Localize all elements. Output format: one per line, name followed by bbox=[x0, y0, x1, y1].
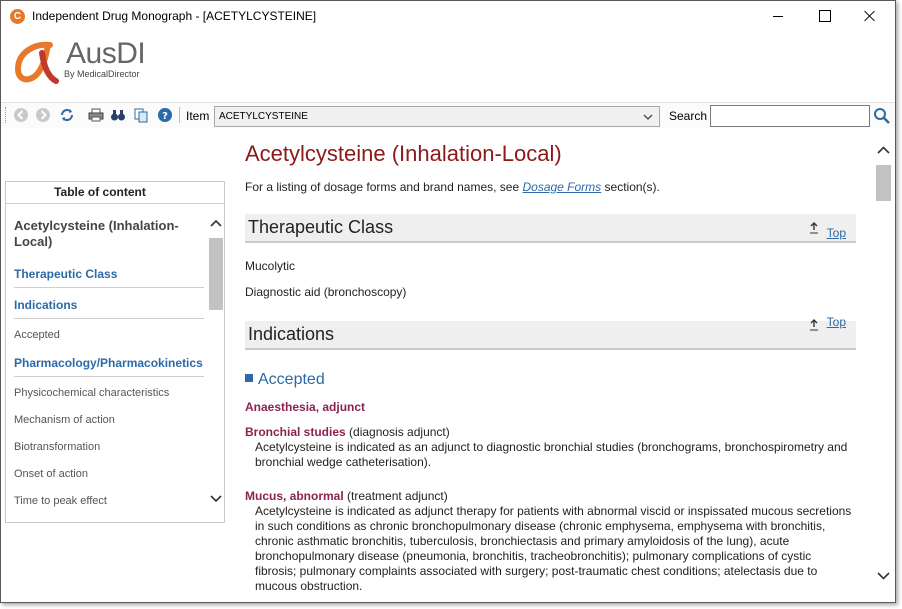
indication-term-qualifier: (diagnosis adjunct) bbox=[345, 425, 450, 439]
chevron-down-icon[interactable] bbox=[877, 571, 890, 581]
toc-scroll-thumb[interactable] bbox=[209, 238, 223, 310]
page-title: Acetylcysteine (Inhalation-Local) bbox=[245, 141, 562, 166]
app-icon: C bbox=[10, 9, 25, 24]
chevron-down-icon[interactable] bbox=[210, 494, 222, 504]
logo-subtitle: By MedicalDirector bbox=[64, 69, 140, 79]
monograph-content: Acetylcysteine (Inhalation-Local) For a … bbox=[245, 129, 865, 602]
find-icon[interactable] bbox=[110, 107, 126, 123]
therapeutic-class-heading: Therapeutic Class bbox=[248, 217, 394, 237]
toc-item-title[interactable]: Acetylcysteine (Inhalation-Local) bbox=[14, 218, 204, 250]
therapeutic-class-item: Mucolytic bbox=[245, 259, 296, 273]
top-link[interactable]: Top bbox=[827, 315, 846, 329]
toc-panel: Table of content Acetylcysteine (Inhalat… bbox=[5, 181, 225, 523]
indication-term: Mucus, abnormal (treatment adjunct) bbox=[245, 489, 448, 503]
item-label: Item bbox=[186, 109, 210, 123]
forward-icon[interactable] bbox=[35, 107, 51, 123]
search-label: Search bbox=[669, 109, 708, 123]
toc-item-mechanism[interactable]: Mechanism of action bbox=[14, 414, 204, 426]
copy-icon[interactable] bbox=[133, 107, 149, 123]
refresh-icon[interactable] bbox=[59, 107, 75, 123]
toc-item-time-to-peak[interactable]: Time to peak effect bbox=[14, 495, 204, 507]
minimize-button[interactable] bbox=[755, 1, 801, 31]
chevron-up-icon[interactable] bbox=[877, 145, 890, 155]
ausdi-logo: AusDI By MedicalDirector bbox=[14, 37, 174, 87]
svg-text:?: ? bbox=[162, 111, 168, 122]
logo-name: AusDI bbox=[66, 37, 146, 70]
toc-item-onset[interactable]: Onset of action bbox=[14, 468, 204, 480]
toolbar: ? Item ACETYLCYSTEINE Search bbox=[1, 102, 895, 128]
accepted-heading-text: Accepted bbox=[258, 371, 325, 388]
help-icon[interactable]: ? bbox=[157, 107, 173, 123]
intro-suffix: section(s). bbox=[601, 180, 660, 194]
print-icon[interactable] bbox=[88, 107, 104, 123]
toc-header: Table of content bbox=[6, 182, 224, 204]
item-select-value: ACETYLCYSTEINE bbox=[219, 111, 308, 122]
therapeutic-class-item: Diagnostic aid (bronchoscopy) bbox=[245, 285, 407, 299]
indication-term: Anaesthesia, adjunct bbox=[245, 400, 366, 414]
intro-prefix: For a listing of dosage forms and brand … bbox=[245, 180, 523, 194]
top-arrow-icon bbox=[810, 222, 818, 234]
toc-item-pharmacology[interactable]: Pharmacology/Pharmacokinetics bbox=[14, 356, 204, 377]
close-button[interactable] bbox=[847, 1, 893, 31]
content-scrollbar[interactable] bbox=[875, 129, 892, 602]
window-title: Independent Drug Monograph - [ACETYLCYST… bbox=[32, 9, 317, 23]
item-select[interactable]: ACETYLCYSTEINE bbox=[214, 106, 660, 127]
toc-item-biotransformation[interactable]: Biotransformation bbox=[14, 441, 204, 453]
accepted-heading: Accepted bbox=[245, 371, 325, 389]
toc-list: Acetylcysteine (Inhalation-Local) Therap… bbox=[6, 204, 207, 522]
toolbar-separator bbox=[179, 107, 180, 123]
top-arrow-icon bbox=[810, 319, 818, 331]
search-input[interactable] bbox=[710, 105, 870, 127]
indications-heading: Indications bbox=[248, 324, 335, 344]
indication-term-qualifier: (treatment adjunct) bbox=[343, 489, 448, 503]
indication-description: Acetylcysteine is indicated as adjunct t… bbox=[255, 504, 852, 593]
logo-mark-icon bbox=[14, 41, 59, 84]
toc-item-physicochemical[interactable]: Physicochemical characteristics bbox=[14, 387, 204, 399]
toc-item-indications[interactable]: Indications bbox=[14, 298, 204, 319]
title-bar: C Independent Drug Monograph - [ACETYLCY… bbox=[1, 1, 895, 31]
app-window: C Independent Drug Monograph - [ACETYLCY… bbox=[0, 0, 896, 603]
maximize-button[interactable] bbox=[801, 1, 847, 31]
chevron-up-icon[interactable] bbox=[210, 218, 222, 228]
toc-scrollbar[interactable] bbox=[207, 212, 225, 512]
dosage-forms-link[interactable]: Dosage Forms bbox=[522, 180, 601, 194]
content-scroll-thumb[interactable] bbox=[876, 165, 891, 201]
toc-item-accepted[interactable]: Accepted bbox=[14, 329, 204, 341]
toolbar-grip[interactable] bbox=[5, 107, 8, 123]
indication-description: Acetylcysteine is indicated as an adjunc… bbox=[255, 440, 848, 469]
toc-item-therapeutic-class[interactable]: Therapeutic Class bbox=[14, 267, 204, 288]
indication-term-name: Mucus, abnormal bbox=[245, 489, 344, 503]
search-icon[interactable] bbox=[873, 107, 891, 125]
indications-header: Indications Top bbox=[245, 315, 856, 350]
therapeutic-class-header: Therapeutic Class Top bbox=[245, 214, 856, 243]
indication-term: Bronchial studies (diagnosis adjunct) bbox=[245, 425, 450, 439]
chevron-down-icon bbox=[643, 114, 653, 120]
intro-text: For a listing of dosage forms and brand … bbox=[245, 180, 660, 194]
back-icon[interactable] bbox=[13, 107, 29, 123]
square-bullet-icon bbox=[245, 374, 253, 382]
top-link[interactable]: Top bbox=[827, 226, 846, 240]
indication-term-name: Bronchial studies bbox=[245, 425, 346, 439]
